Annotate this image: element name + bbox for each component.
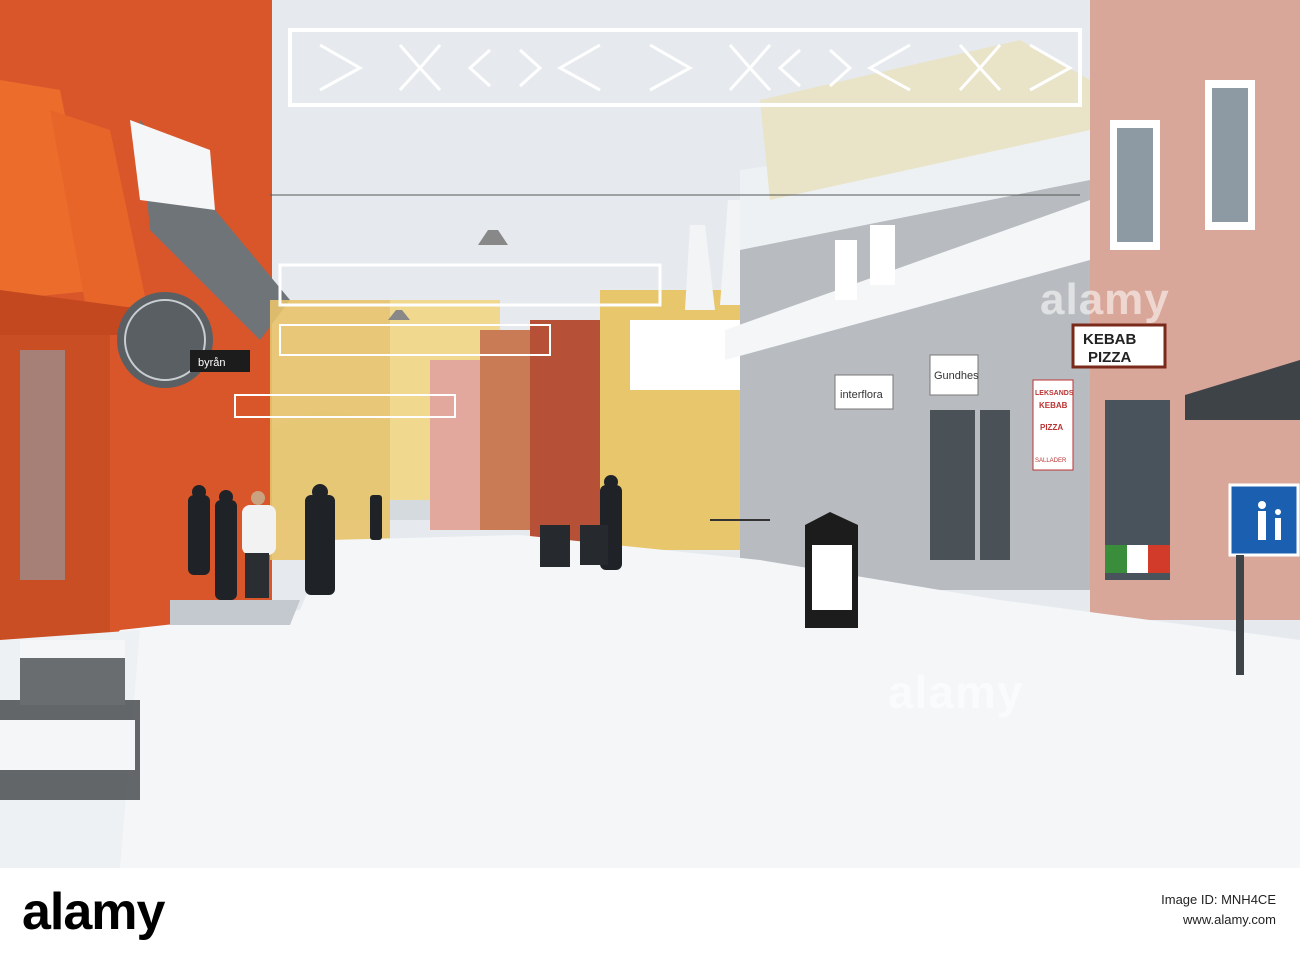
leksands-line3: PIZZA	[1040, 423, 1063, 432]
interflora-sign-text: interflora	[840, 389, 884, 401]
stock-footer: alamy Image ID: MNH4CE www.alamy.com	[0, 868, 1300, 956]
stroller	[540, 525, 570, 567]
kebab-sign-line1: KEBAB	[1083, 331, 1137, 348]
kebab-sign-line2: PIZZA	[1088, 349, 1131, 366]
watermark-center: alamy	[888, 666, 1024, 718]
image-id-label: Image ID: MNH4CE	[1161, 892, 1276, 907]
alamy-logo[interactable]: alamy	[22, 882, 165, 942]
image-id-block: Image ID: MNH4CE www.alamy.com	[1161, 890, 1276, 930]
round-shop-sign	[117, 292, 213, 388]
byran-sign-text: byrån	[198, 357, 226, 369]
site-link[interactable]: www.alamy.com	[1161, 910, 1276, 930]
leksands-line4: SALLADER	[1035, 458, 1067, 464]
leksands-line2: KEBAB	[1039, 401, 1068, 410]
street-photo: byrån Gundhes interflora KEBAB PIZZA LEK…	[0, 0, 1300, 868]
leksands-line1: LEKSANDS	[1035, 390, 1074, 397]
clothes-sign-text: Gundhes	[934, 370, 979, 382]
street-scene: byrån Gundhes interflora KEBAB PIZZA LEK…	[0, 0, 1300, 868]
watermark-top: alamy	[1040, 275, 1170, 324]
person-white-jacket	[242, 505, 276, 555]
